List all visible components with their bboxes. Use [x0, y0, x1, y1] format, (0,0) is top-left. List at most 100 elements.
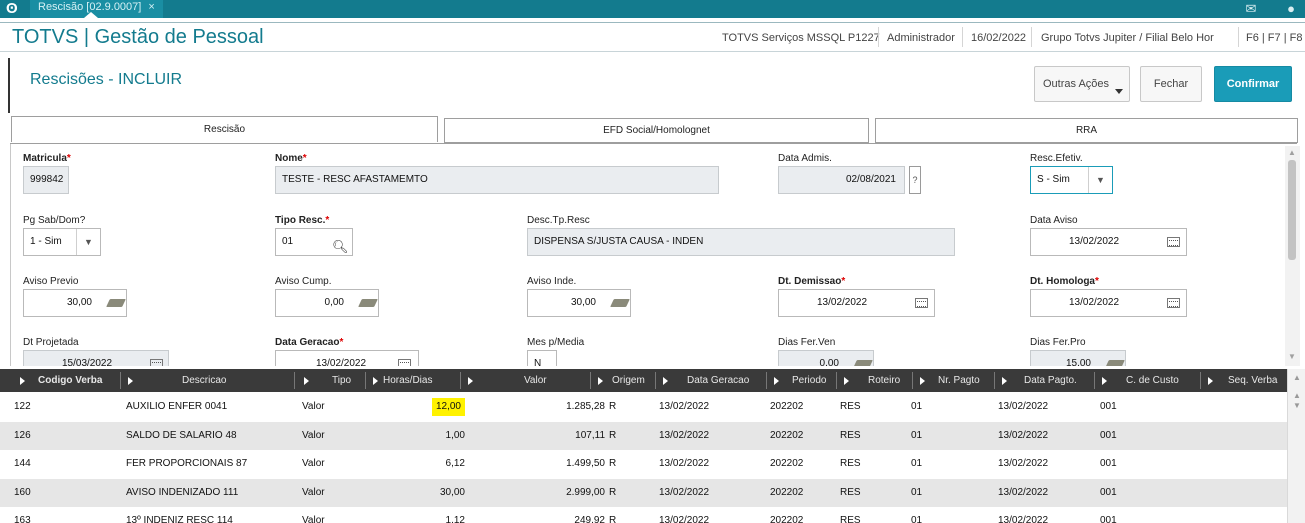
scroll-down-icon[interactable]: ▼	[1288, 352, 1296, 361]
table-row[interactable]: 160 AVISO INDENIZADO 111 Valor 30,00 2.999,0…	[0, 478, 1287, 507]
shortcut-keys[interactable]: F6 | F7 | F8	[1246, 32, 1302, 44]
column-roteiro[interactable]: Roteiro	[836, 369, 912, 392]
column-c-de-custo[interactable]: C. de Custo	[1094, 369, 1200, 392]
column-tipo[interactable]: Tipo	[294, 369, 364, 392]
company-info: Grupo Totvs Jupiter / Filial Belo Hor	[1041, 32, 1214, 44]
column-data-pagto[interactable]: Data Pagto.	[994, 369, 1094, 392]
resc-efetiv-select[interactable]: S - Sim ▼	[1030, 166, 1113, 194]
dias-fer-pro-value: 15,00	[1065, 358, 1091, 366]
cell-roteiro: RES	[840, 429, 861, 441]
table-row[interactable]: 126 SALDO DE SALARIO 48 Valor 1,00 107,11 R 13…	[0, 421, 1287, 450]
rescisao-form: Matricula* 999842 Nome* TESTE - RESC AFA…	[10, 144, 1297, 366]
tab-rescisao[interactable]: Rescisão	[11, 116, 438, 142]
tipo-resc-value: 01	[282, 236, 294, 247]
calculator-icon[interactable]	[360, 297, 378, 309]
cell-horas-dias: 1,12	[445, 515, 465, 523]
cell-codigo: 122	[14, 401, 31, 412]
cell-codigo: 163	[14, 515, 31, 523]
pg-sab-dom-label: Pg Sab/Dom?	[23, 215, 86, 226]
cell-codigo: 160	[14, 486, 31, 498]
close-icon[interactable]: ×	[148, 1, 154, 13]
close-button[interactable]: Fechar	[1140, 66, 1202, 102]
cell-periodo: 202202	[770, 429, 804, 441]
form-scrollbar[interactable]: ▲ ▼	[1285, 146, 1300, 366]
calculator-icon[interactable]	[855, 358, 873, 366]
matricula-field[interactable]: 999842	[23, 166, 69, 194]
calendar-icon[interactable]	[1167, 298, 1180, 308]
aviso-previo-value: 30,00	[66, 297, 92, 308]
other-actions-button[interactable]: Outras Ações	[1034, 66, 1130, 102]
confirm-button[interactable]: Confirmar	[1214, 66, 1292, 102]
mes-media-field[interactable]: N	[527, 350, 557, 366]
column-periodo[interactable]: Periodo	[766, 369, 836, 392]
grid-scrollbar[interactable]: ▲ ▲ ▼	[1287, 369, 1305, 523]
table-row[interactable]: 122 AUXILIO ENFER 0041 Valor 12,00 1.285,28 R…	[0, 393, 1287, 421]
aviso-inde-field[interactable]: 30,00	[527, 289, 631, 317]
calculator-icon[interactable]	[612, 297, 630, 309]
aviso-cump-field[interactable]: 0,00	[275, 289, 379, 317]
calendar-icon[interactable]	[1167, 237, 1180, 247]
desc-tp-resc-field[interactable]: DISPENSA S/JUSTA CAUSA - INDEN	[527, 228, 955, 256]
page-title: Rescisões - INCLUIR	[30, 71, 183, 88]
calculator-icon[interactable]	[108, 297, 126, 309]
tab-efd-social[interactable]: EFD Social/Homolognet	[444, 118, 869, 143]
column-codigo-verba[interactable]: Codigo Verba	[0, 369, 130, 392]
column-origem[interactable]: Origem	[590, 369, 654, 392]
cell-tipo: Valor	[302, 401, 325, 412]
dropdown-arrow-icon[interactable]: ▼	[1088, 167, 1112, 193]
nome-field[interactable]: TESTE - RESC AFASTAMEMTO	[275, 166, 719, 194]
cell-data-geracao: 13/02/2022	[659, 401, 710, 412]
data-geracao-field[interactable]: 13/02/2022	[275, 350, 419, 366]
table-row[interactable]: 144 FER PROPORCIONAIS 87 Valor 6,12 1.499,50…	[0, 450, 1287, 478]
scrollbar-thumb[interactable]	[1288, 160, 1296, 260]
mail-icon[interactable]: ✉	[1243, 1, 1259, 17]
table-row[interactable]: 163 13º INDENIZ RESC 114 Valor 1,12 249,92 R 1…	[0, 507, 1287, 523]
cell-c-de-custo: 001	[1100, 486, 1117, 498]
dt-demissao-field[interactable]: 13/02/2022	[778, 289, 935, 317]
column-nr-pagto[interactable]: Nr. Pagto	[912, 369, 994, 392]
calendar-icon[interactable]	[398, 359, 411, 366]
dias-fer-ven-field[interactable]: 0,00	[778, 350, 874, 366]
calculator-icon[interactable]	[1107, 358, 1125, 366]
search-icon[interactable]: 🔍︎	[332, 234, 349, 255]
scroll-up-icon[interactable]: ▲	[1293, 391, 1301, 400]
cell-horas-dias: 6,12	[445, 458, 465, 469]
dias-fer-pro-field[interactable]: 15,00	[1030, 350, 1126, 366]
dias-fer-ven-label: Dias Fer.Ven	[778, 337, 836, 348]
scroll-up-icon[interactable]: ▲	[1288, 148, 1296, 157]
help-button[interactable]: ?	[909, 166, 921, 194]
dt-projetada-field[interactable]: 15/03/2022	[23, 350, 169, 366]
cell-nr-pagto: 01	[911, 486, 923, 498]
mes-media-label: Mes p/Media	[527, 337, 585, 348]
column-descricao[interactable]: Descricao	[120, 369, 302, 392]
calendar-icon[interactable]	[915, 298, 928, 308]
cell-periodo: 202202	[770, 458, 804, 469]
tab-rra[interactable]: RRA	[875, 118, 1298, 143]
cell-periodo: 202202	[770, 486, 804, 498]
tipo-resc-field[interactable]: 01 🔍︎	[275, 228, 353, 256]
cell-periodo: 202202	[770, 515, 804, 523]
window-tab-rescisao[interactable]: Rescisão [02.9.0007] ×	[30, 0, 163, 18]
dt-demissao-label: Dt. Demissao*	[778, 276, 846, 287]
column-data-geracao[interactable]: Data Geracao	[655, 369, 765, 392]
cell-c-de-custo: 001	[1100, 429, 1117, 441]
cell-horas-dias: 12,00	[431, 398, 465, 416]
scroll-top-icon[interactable]: ▲	[1293, 373, 1301, 382]
column-horas-dias[interactable]: Horas/Dias	[365, 369, 460, 392]
data-aviso-field[interactable]: 13/02/2022	[1030, 228, 1187, 256]
column-seq-verba[interactable]: Seq. Verba	[1200, 369, 1287, 392]
help-icon[interactable]: ●	[1283, 1, 1299, 17]
data-admis-field[interactable]: 02/08/2021	[778, 166, 905, 194]
dropdown-arrow-icon[interactable]: ▼	[76, 229, 100, 255]
column-valor[interactable]: Valor	[460, 369, 595, 392]
pg-sab-dom-select[interactable]: 1 - Sim ▼	[23, 228, 101, 256]
scroll-down-icon[interactable]: ▼	[1293, 401, 1301, 410]
cell-data-pagto: 13/02/2022	[998, 401, 1049, 412]
app-title: TOTVS | Gestão de Pessoal	[12, 26, 264, 48]
calendar-icon[interactable]	[150, 359, 163, 366]
page-accent-bar	[8, 58, 10, 113]
cell-horas-dias: 30,00	[439, 486, 465, 498]
dt-homologa-field[interactable]: 13/02/2022	[1030, 289, 1187, 317]
aviso-previo-field[interactable]: 30,00	[23, 289, 127, 317]
cell-origem: R	[609, 458, 617, 469]
